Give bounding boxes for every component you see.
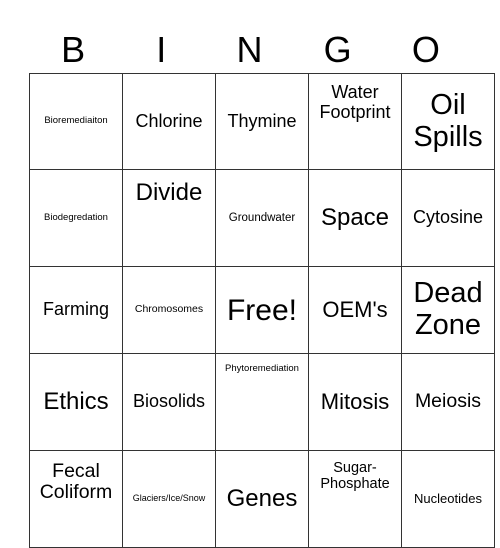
cell-text: Fecal Coliform <box>39 460 113 504</box>
free-space: Free! <box>226 293 298 327</box>
cell-text: Bioremediaiton <box>44 115 108 127</box>
grid-row: Fecal Coliform Glaciers/Ice/Snow Genes S… <box>29 450 495 548</box>
header-letter-g: G <box>323 29 352 70</box>
bingo-cell[interactable]: Mitosis <box>308 353 402 451</box>
cell-text: Genes <box>226 484 298 512</box>
bingo-grid: Bioremediaiton Chlorine Thymine Water Fo… <box>29 73 495 548</box>
bingo-cell[interactable]: Oil Spills <box>401 73 495 170</box>
cell-text: Biosolids <box>132 391 206 412</box>
bingo-cell[interactable]: Space <box>308 169 402 267</box>
cell-text: Glaciers/Ice/Snow <box>132 493 206 504</box>
cell-text: Phytoremediation <box>225 363 299 374</box>
cell-text: Meiosis <box>414 390 482 413</box>
cell-text: Thymine <box>227 110 297 131</box>
cell-text: Divide <box>135 179 203 206</box>
cell-text: OEM's <box>322 296 388 322</box>
bingo-cell[interactable]: Fecal Coliform <box>29 450 123 548</box>
cell-text: Biodegredation <box>44 211 108 223</box>
cell-text: Chlorine <box>135 110 203 131</box>
cell-text: Space <box>320 203 390 231</box>
cell-text: Dead Zone <box>413 277 483 341</box>
bingo-header: B I N G O <box>29 28 470 72</box>
bingo-cell[interactable]: Sugar-Phosphate <box>308 450 402 548</box>
bingo-cell[interactable]: Groundwater <box>215 169 309 267</box>
grid-row: Farming Chromosomes Free! OEM's Dead Zon… <box>29 266 495 354</box>
bingo-cell[interactable]: Ethics <box>29 353 123 451</box>
cell-text: Groundwater <box>228 211 296 224</box>
bingo-cell[interactable]: Meiosis <box>401 353 495 451</box>
bingo-cell[interactable]: Free! <box>215 266 309 354</box>
bingo-cell[interactable]: Phytoremediation <box>215 353 309 451</box>
bingo-cell[interactable]: Genes <box>215 450 309 548</box>
grid-row: Bioremediaiton Chlorine Thymine Water Fo… <box>29 73 495 170</box>
header-letter-i: I <box>156 29 167 70</box>
bingo-cell[interactable]: Nucleotides <box>401 450 495 548</box>
bingo-cell[interactable]: OEM's <box>308 266 402 354</box>
header-letter-o: O <box>411 29 440 70</box>
bingo-cell[interactable]: Bioremediaiton <box>29 73 123 170</box>
bingo-cell[interactable]: Thymine <box>215 73 309 170</box>
bingo-cell[interactable]: Glaciers/Ice/Snow <box>122 450 216 548</box>
cell-text: Oil Spills <box>413 88 483 153</box>
bingo-cell[interactable]: Water Footprint <box>308 73 402 170</box>
bingo-cell[interactable]: Chromosomes <box>122 266 216 354</box>
cell-text: Ethics <box>43 387 109 415</box>
cell-text: Farming <box>42 299 109 320</box>
grid-row: Ethics Biosolids Phytoremediation Mitosi… <box>29 353 495 451</box>
bingo-cell[interactable]: Farming <box>29 266 123 354</box>
cell-text: Cytosine <box>412 207 484 228</box>
bingo-cell[interactable]: Chlorine <box>122 73 216 170</box>
header-letter-b: B <box>61 29 86 70</box>
bingo-cell[interactable]: Dead Zone <box>401 266 495 354</box>
grid-row: Biodegredation Divide Groundwater Space … <box>29 169 495 267</box>
cell-text: Water Footprint <box>319 82 391 122</box>
cell-text: Chromosomes <box>134 303 204 316</box>
bingo-cell[interactable]: Divide <box>122 169 216 267</box>
cell-text: Sugar-Phosphate <box>320 460 390 492</box>
bingo-cell[interactable]: Cytosine <box>401 169 495 267</box>
bingo-cell[interactable]: Biosolids <box>122 353 216 451</box>
cell-text: Mitosis <box>320 388 390 414</box>
bingo-cell[interactable]: Biodegredation <box>29 169 123 267</box>
header-letter-n: N <box>236 29 263 70</box>
cell-text: Nucleotides <box>414 490 482 506</box>
